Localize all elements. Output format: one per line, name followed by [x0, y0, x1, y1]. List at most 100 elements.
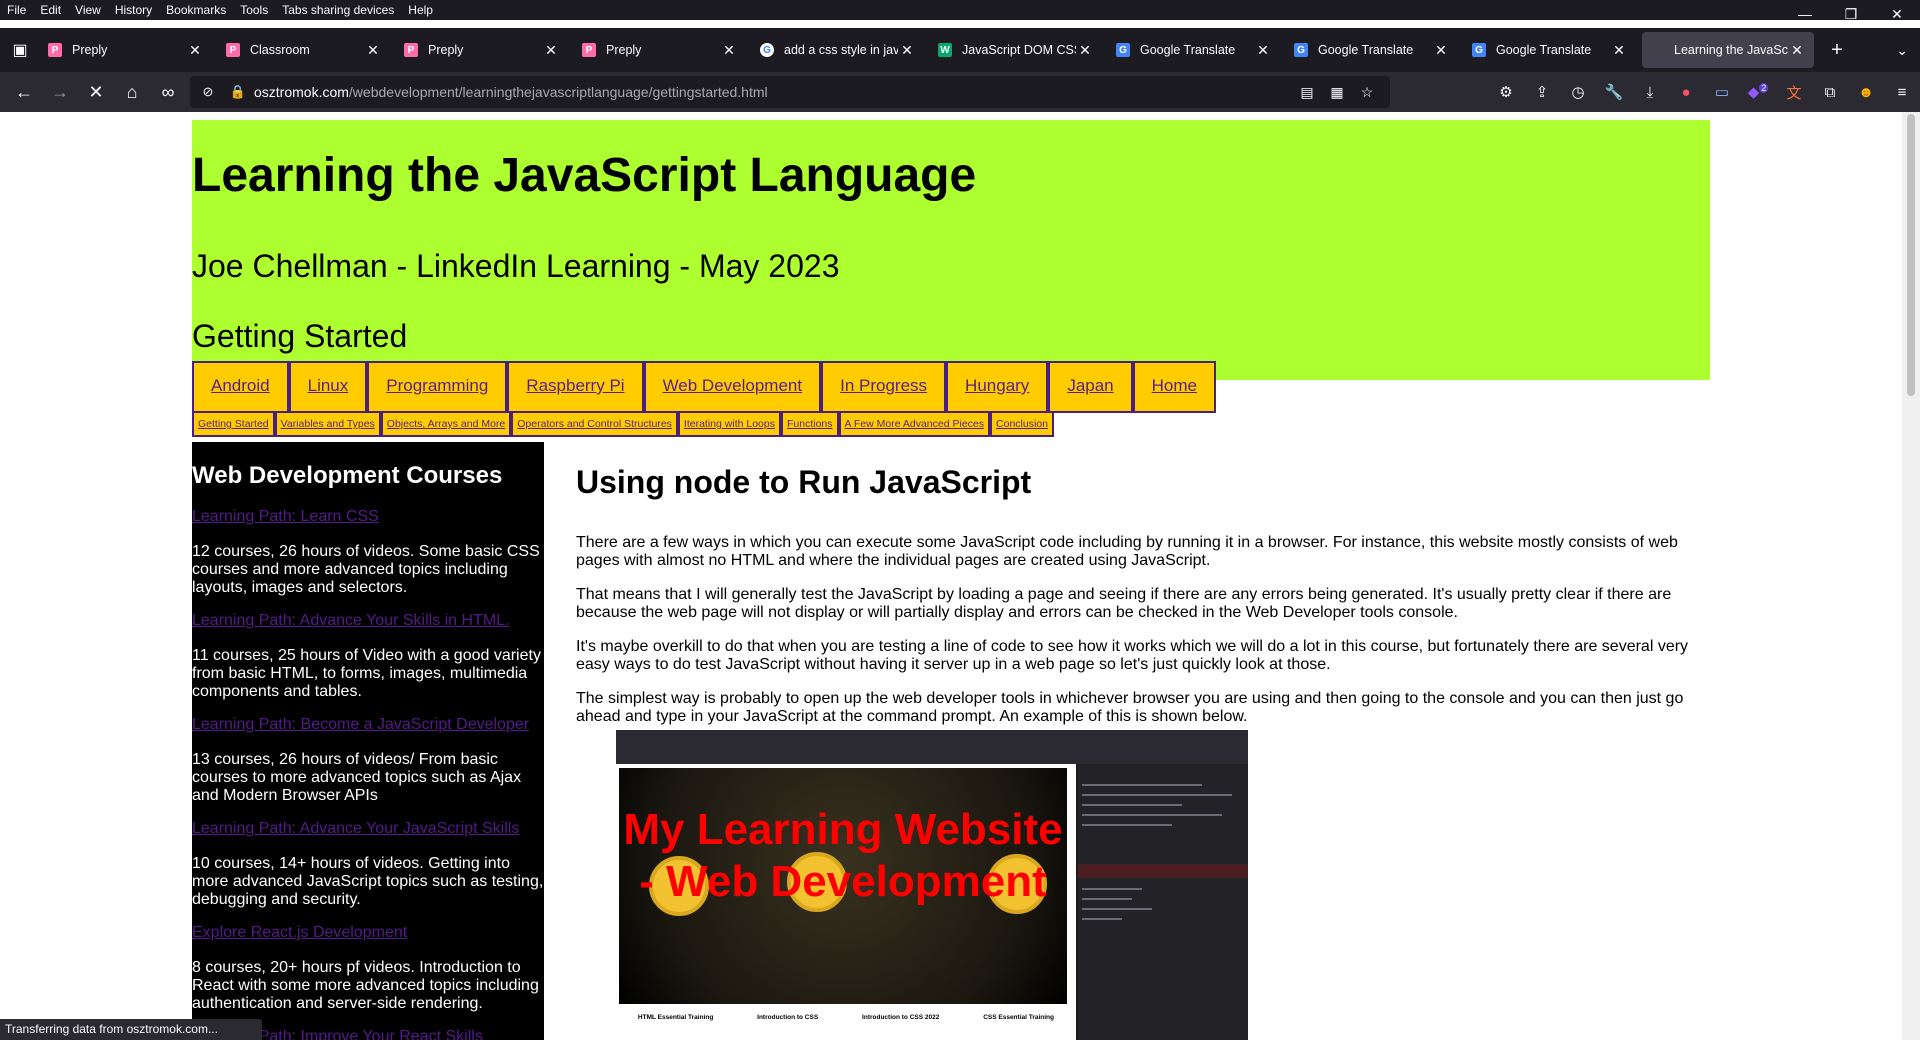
stop-loading-icon[interactable]: ✕: [78, 82, 114, 103]
close-tab-icon[interactable]: ✕: [1788, 42, 1806, 59]
nav-link-android[interactable]: Android: [194, 363, 287, 411]
translate-extension-icon[interactable]: 文: [1776, 82, 1812, 103]
browser-tab[interactable]: Learning the JavaScript✕: [1642, 32, 1814, 68]
browser-tab[interactable]: P Preply ✕: [574, 32, 746, 68]
menu-tools[interactable]: Tools: [233, 3, 275, 17]
nav-link-programming[interactable]: Programming: [369, 363, 506, 411]
content-paragraph: It's maybe overkill to do that when you …: [576, 638, 1689, 673]
close-tab-icon[interactable]: ✕: [1610, 42, 1628, 59]
wrench-icon[interactable]: 🔧: [1596, 83, 1632, 101]
subnav-link[interactable]: Variables and Types: [276, 413, 379, 435]
reader-view-icon[interactable]: ▤: [1292, 84, 1322, 101]
devtools-line: [1082, 908, 1152, 910]
menu-tabs-sharing[interactable]: Tabs sharing devices: [275, 3, 401, 17]
subnav-link[interactable]: Getting Started: [194, 413, 273, 435]
menu-edit[interactable]: Edit: [33, 3, 68, 17]
menu-file[interactable]: File: [0, 3, 33, 17]
download-icon[interactable]: ⤓: [1632, 84, 1668, 101]
url-text[interactable]: osztromok.com/webdevelopment/learningthe…: [254, 84, 768, 100]
subnav-link[interactable]: A Few More Advanced Pieces: [840, 413, 989, 435]
subnav-link[interactable]: Iterating with Loops: [679, 413, 779, 435]
browser-tab[interactable]: G Google Translate ✕: [1464, 32, 1636, 68]
sidebar: Web Development Courses Learning Path: L…: [192, 442, 544, 1040]
history-clock-icon[interactable]: ◷: [1560, 83, 1596, 101]
tab-title: JavaScript DOM CSS: [962, 43, 1076, 57]
close-tab-icon[interactable]: ✕: [364, 42, 382, 59]
close-tab-icon[interactable]: ✕: [898, 42, 916, 59]
tab-overview-icon[interactable]: ▣: [0, 40, 40, 60]
nav-link-home[interactable]: Home: [1134, 363, 1214, 411]
chevron-down-icon[interactable]: ⌄: [1896, 42, 1908, 59]
close-tab-icon[interactable]: ✕: [720, 42, 738, 59]
close-tab-icon[interactable]: ✕: [1076, 42, 1094, 59]
nav-link-raspberry-pi[interactable]: Raspberry Pi: [509, 363, 642, 411]
menu-history[interactable]: History: [108, 3, 159, 17]
tracking-protection-icon[interactable]: ⊘: [196, 84, 220, 100]
subnav-link[interactable]: Conclusion: [992, 413, 1052, 435]
hamburger-menu-icon[interactable]: ≡: [1884, 84, 1920, 101]
page-viewport: Learning the JavaScript Language Joe Che…: [0, 112, 1902, 1040]
address-bar[interactable]: ⊘ 🔒 osztromok.com/webdevelopment/learnin…: [190, 76, 1390, 108]
browser-tab[interactable]: P Classroom ✕: [218, 32, 390, 68]
bookmark-star-icon[interactable]: ☆: [1352, 84, 1382, 101]
scrollbar-thumb[interactable]: [1907, 114, 1915, 396]
site-icon: [1650, 43, 1664, 57]
close-tab-icon[interactable]: ✕: [1432, 42, 1450, 59]
browser-tab[interactable]: P Preply ✕: [396, 32, 568, 68]
nav-link-web-development[interactable]: Web Development: [645, 363, 820, 411]
course-link[interactable]: Explore React.js Development: [192, 924, 407, 942]
browser-tab[interactable]: G Google Translate ✕: [1286, 32, 1458, 68]
content-paragraph: The simplest way is probably to open up …: [576, 690, 1684, 725]
course-description: 10 courses, 14+ hours of videos. Getting…: [192, 855, 544, 908]
nav-link-japan[interactable]: Japan: [1050, 363, 1131, 411]
pocket-icon[interactable]: ⇪: [1524, 83, 1560, 101]
course-link[interactable]: Learning Path: Advance Your Skills in HT…: [192, 612, 510, 630]
subnav-link[interactable]: Functions: [782, 413, 837, 435]
tab-title: Learning the JavaScript: [1674, 43, 1788, 57]
extensions-toolbar: ⚙ ⇪ ◷ 🔧 ⤓ ● ▭ ◆ 2 文 ⧉ ☻ ≡: [1488, 72, 1920, 112]
notification-badge-icon[interactable]: ◆ 2: [1740, 83, 1776, 101]
screenshot-link: Introduction to CSS 2022: [862, 1014, 940, 1021]
close-window-icon[interactable]: ✕: [1874, 0, 1920, 28]
menu-bookmarks[interactable]: Bookmarks: [159, 3, 233, 17]
extensions-puzzle-icon[interactable]: ⧉: [1812, 84, 1848, 101]
nav-link-linux[interactable]: Linux: [290, 363, 366, 411]
browser-tab[interactable]: W JavaScript DOM CSS ✕: [930, 32, 1102, 68]
subnav-link[interactable]: Operators and Control Structures: [513, 413, 676, 435]
browser-tab[interactable]: Gadd a css style in javasc✕: [752, 32, 924, 68]
course-description: 12 courses, 26 hours of videos. Some bas…: [192, 543, 540, 596]
close-tab-icon[interactable]: ✕: [186, 42, 204, 59]
forward-arrow-icon[interactable]: →: [42, 82, 78, 103]
translate-icon: G: [1472, 43, 1486, 57]
devtools-line: [1082, 824, 1172, 826]
private-mask-icon[interactable]: ∞: [150, 82, 186, 103]
browser-tab[interactable]: P Preply ✕: [40, 32, 212, 68]
browser-tab[interactable]: G Google Translate ✕: [1108, 32, 1280, 68]
home-icon[interactable]: ⌂: [114, 82, 150, 103]
restore-icon[interactable]: ❐: [1828, 0, 1874, 28]
subnav-link[interactable]: Objects, Arrays and More: [382, 413, 510, 435]
preply-icon: P: [404, 43, 418, 57]
nav-link-hungary[interactable]: Hungary: [948, 363, 1047, 411]
minimize-icon[interactable]: —: [1782, 0, 1828, 28]
tab-title: Preply: [72, 43, 108, 57]
screen-extension-icon[interactable]: ▭: [1704, 83, 1740, 101]
close-tab-icon[interactable]: ✕: [542, 42, 560, 59]
red-extension-icon[interactable]: ●: [1668, 84, 1704, 101]
translate-icon: G: [1116, 43, 1130, 57]
nav-link-in-progress[interactable]: In Progress: [823, 363, 945, 411]
grid-icon[interactable]: ▦: [1322, 84, 1352, 101]
settings-gear-icon[interactable]: ⚙: [1488, 83, 1524, 101]
course-link[interactable]: Learning Path: Learn CSS: [192, 508, 379, 526]
lock-icon[interactable]: 🔒: [226, 84, 250, 100]
account-avatar-icon[interactable]: ☻: [1848, 84, 1884, 101]
back-arrow-icon[interactable]: ←: [6, 82, 42, 103]
new-tab-icon[interactable]: +: [1820, 39, 1854, 62]
course-link[interactable]: Learning Path: Advance Your JavaScript S…: [192, 820, 519, 838]
menu-help[interactable]: Help: [401, 3, 440, 17]
menu-view[interactable]: View: [68, 3, 108, 17]
course-link[interactable]: Learning Path: Become a JavaScript Devel…: [192, 716, 529, 734]
page-scrollbar[interactable]: [1902, 112, 1920, 1040]
close-tab-icon[interactable]: ✕: [1254, 42, 1272, 59]
example-screenshot-image: My Learning Website - Web Development HT…: [616, 730, 1248, 1040]
